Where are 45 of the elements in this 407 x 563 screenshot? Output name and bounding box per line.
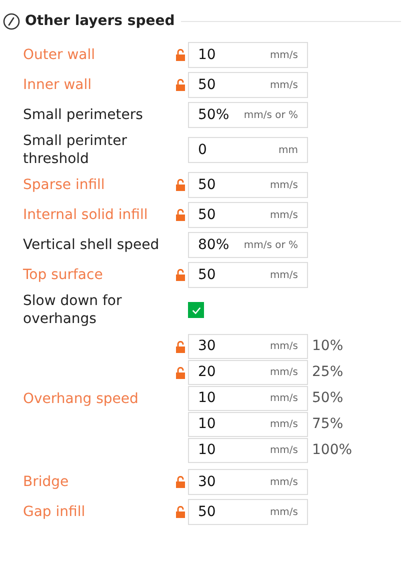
lock-icon[interactable] [176,79,185,91]
lock-icon[interactable] [176,269,185,281]
input-field[interactable]: 50% mm/s or % [188,102,308,128]
field-label: Outer wall [23,46,96,64]
percent-label: 25% [312,363,344,382]
percent-label: 50% [312,389,344,408]
checkbox[interactable] [188,302,204,318]
input-field[interactable]: 50 mm/s [188,72,308,98]
input-field[interactable]: 30 mm/s [188,334,308,359]
input-field[interactable]: 10 mm/s [188,438,308,463]
input-field[interactable]: 10 mm/s [188,412,308,437]
percent-label: 10% [312,337,344,356]
lock-icon[interactable] [176,179,185,191]
input-field[interactable]: 0 mm [188,137,308,163]
field-label: Inner wall [23,76,93,94]
field-label: Top surface [23,266,104,284]
field-label: Internal solid infill [23,206,149,224]
input-field[interactable]: 50 mm/s [188,202,308,228]
field-label: Bridge [23,473,70,491]
input-field[interactable]: 50 mm/s [188,172,308,198]
field-label: Small perimeters [23,106,144,124]
lock-icon[interactable] [176,366,185,378]
field-label: Sparse infill [23,176,106,194]
field-label: Small perimter threshold [23,132,128,168]
field-label: Overhang speed [23,390,140,408]
input-field[interactable]: 50 mm/s [188,262,308,288]
field-label: Slow down for overhangs [23,292,123,328]
lock-icon[interactable] [176,340,185,352]
field-label: Gap infill [23,503,86,521]
input-field[interactable]: 10 mm/s [188,386,308,411]
input-field[interactable]: 30 mm/s [188,469,308,495]
input-field[interactable]: 80% mm/s or % [188,232,308,258]
field-label: Vertical shell speed [23,236,160,254]
input-field[interactable]: 50 mm/s [188,499,308,525]
input-field[interactable]: 20 mm/s [188,360,308,385]
percent-label: 75% [312,415,344,434]
section-title: Other layers speed [25,12,175,30]
lock-icon[interactable] [176,506,185,518]
lock-icon[interactable] [176,209,185,221]
percent-label: 100% [312,441,352,460]
input-field[interactable]: 10 mm/s [188,42,308,68]
gauge-icon [3,12,20,30]
lock-icon[interactable] [176,476,185,488]
lock-icon[interactable] [176,49,185,61]
check-icon [190,304,202,316]
